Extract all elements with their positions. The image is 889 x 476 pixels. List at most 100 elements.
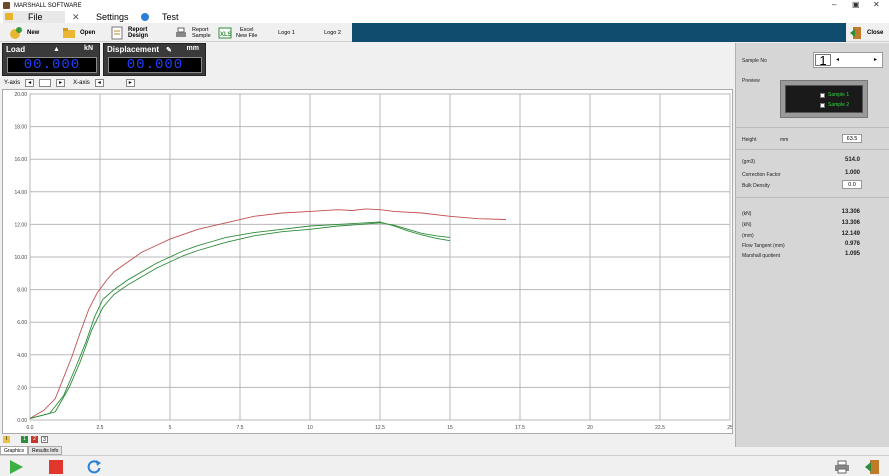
minimize-button[interactable]: – (832, 0, 836, 10)
chart-control-2[interactable]: 2 (31, 436, 38, 443)
y-axis-scale-box[interactable] (39, 79, 52, 87)
axis-view-controls: Y-axis ◂ ▸ X-axis ◂ ▸ (4, 78, 135, 88)
preview-box: Sample 1 Sample 2 (780, 80, 868, 118)
y-tick-label: 20.00 (14, 92, 27, 98)
checkbox-icon[interactable] (820, 102, 825, 108)
x-tick-label: 25 (727, 425, 732, 431)
y-tick-label: 12.00 (14, 222, 27, 228)
marshall-quotient-value: 1.095 (844, 251, 860, 257)
stop-button[interactable] (46, 458, 66, 475)
report-design-icon (110, 26, 124, 40)
open-folder-icon (62, 26, 76, 40)
y-axis-prev-button[interactable]: ◂ (25, 79, 35, 87)
x-tick-label: 17.5 (515, 425, 525, 431)
exit-button[interactable] (862, 458, 882, 475)
divider (736, 127, 889, 128)
logo2-button[interactable]: Logo 2 (311, 24, 354, 41)
result-label-1: (kN) (742, 211, 752, 217)
preview-item-2-label: Sample 2 (828, 102, 850, 108)
y-tick-label: 6.00 (17, 320, 27, 326)
y-tick-label: 16.00 (14, 157, 27, 163)
open-button[interactable]: Open (62, 24, 100, 41)
y-tick-label: 14.00 (14, 190, 27, 196)
menu-bar: File ✕ Settings Test (0, 11, 889, 23)
result-label-2: (kN) (742, 222, 752, 228)
load-unit: kN (84, 45, 93, 52)
bulk-density-label: Bulk Density (742, 183, 770, 189)
reset-button[interactable] (84, 458, 104, 475)
result-value-3: 12.149 (841, 231, 860, 237)
x-axis-prev-button[interactable]: ◂ (94, 79, 104, 87)
excel-icon: XLS (218, 26, 232, 40)
open-label: Open (80, 29, 96, 36)
x-axis-label: X-axis (73, 80, 90, 86)
load-displacement-chart: 0.0 2.5 5 7.5 10 12.5 15 17.5 20 22.5 25 0.00 2.00 4.… (14, 92, 732, 431)
results-panel: Sample No 1 ◂ ▸ Preview Sample 1 Sample … (735, 43, 889, 447)
checkbox-icon[interactable] (820, 92, 825, 98)
logo1-button[interactable]: Logo 1 (265, 24, 308, 41)
y-tick-label: 0.00 (17, 418, 27, 424)
close-window-button[interactable]: ✕ (873, 0, 880, 10)
y-tick-label: 10.00 (14, 255, 27, 261)
play-button[interactable] (6, 458, 26, 475)
x-tick-label: 7.5 (237, 425, 244, 431)
chart-control-3[interactable]: 3 (41, 436, 48, 443)
toolbar-strip (352, 23, 846, 42)
menu-test[interactable]: Test (141, 11, 179, 23)
y-tick-label: 2.00 (17, 385, 27, 391)
displacement-value: 00.000 (108, 57, 202, 73)
result-value-2: 13.306 (841, 220, 860, 226)
chart-control-0[interactable]: I (3, 436, 10, 443)
divider (736, 197, 889, 198)
info-icon (141, 13, 149, 21)
sample-selector[interactable]: 1 ◂ ▸ (813, 52, 883, 68)
x-tick-label: 20 (587, 425, 593, 431)
report-design-button[interactable]: Report Design (110, 24, 168, 41)
y-axis-next-button[interactable]: ▸ (56, 79, 66, 87)
excel-new-file-button[interactable]: XLS Excel New File (218, 24, 262, 41)
displacement-unit: mm (186, 45, 199, 52)
weight-icon: ▲ (53, 46, 60, 53)
bulk-density-value[interactable]: 0.0 (842, 180, 862, 189)
load-readout: Load ▲ kN 00.000 (2, 43, 100, 76)
sample-prev-icon[interactable]: ◂ (836, 56, 839, 63)
menu-settings[interactable]: ✕ Settings (72, 11, 129, 23)
x-tick-label: 0.0 (27, 425, 34, 431)
new-button[interactable]: New (9, 24, 49, 41)
correction-factor-label: Correction Factor (742, 172, 781, 178)
x-tick-label: 15 (447, 425, 453, 431)
y-tick-label: 18.00 (14, 125, 27, 131)
menu-file-label: File (28, 12, 43, 22)
result-label-3: (mm) (742, 233, 754, 239)
height-value[interactable]: 63.5 (842, 134, 862, 143)
bottom-bar (0, 455, 889, 476)
play-icon (10, 459, 23, 474)
sample-next-icon[interactable]: ▸ (874, 56, 877, 63)
preview-item-1[interactable]: Sample 1 (820, 92, 849, 98)
y-axis-label: Y-axis (4, 80, 21, 86)
x-axis-next-button[interactable]: ▸ (125, 79, 135, 87)
close-button[interactable]: Close (849, 24, 889, 41)
excel-label-2: New File (236, 32, 258, 39)
tools-icon: ✕ (72, 12, 80, 22)
x-tick-label: 12.5 (375, 425, 385, 431)
x-tick-label: 22.5 (655, 425, 665, 431)
tab-results-info[interactable]: Results Info (28, 446, 63, 455)
preview-item-2[interactable]: Sample 2 (820, 102, 849, 108)
toolbar: New Open Report Design Report Sample XLS… (0, 23, 889, 42)
tab-graphics[interactable]: Graphics (0, 446, 29, 455)
preview-item-1-label: Sample 1 (828, 92, 850, 98)
sample-no-label: Sample No (742, 58, 767, 64)
chart-panel: 0.0 2.5 5 7.5 10 12.5 15 17.5 20 22.5 25 0.00 2.00 4.… (2, 89, 733, 434)
window-title: MARSHALL SOFTWARE (14, 2, 82, 9)
menu-file[interactable]: File (3, 11, 65, 23)
maximize-button[interactable]: ▣ (852, 0, 860, 10)
report-sample-label-2: Sample (192, 32, 211, 39)
x-tick-label: 2.5 (97, 425, 104, 431)
report-sample-button[interactable]: Report Sample (174, 24, 214, 41)
weight-label: (gm3) (742, 159, 756, 165)
y-tick-label: 4.00 (17, 353, 27, 359)
chart-control-1[interactable]: 1 (21, 436, 28, 443)
print-button[interactable] (832, 458, 852, 475)
refresh-icon (87, 459, 101, 473)
